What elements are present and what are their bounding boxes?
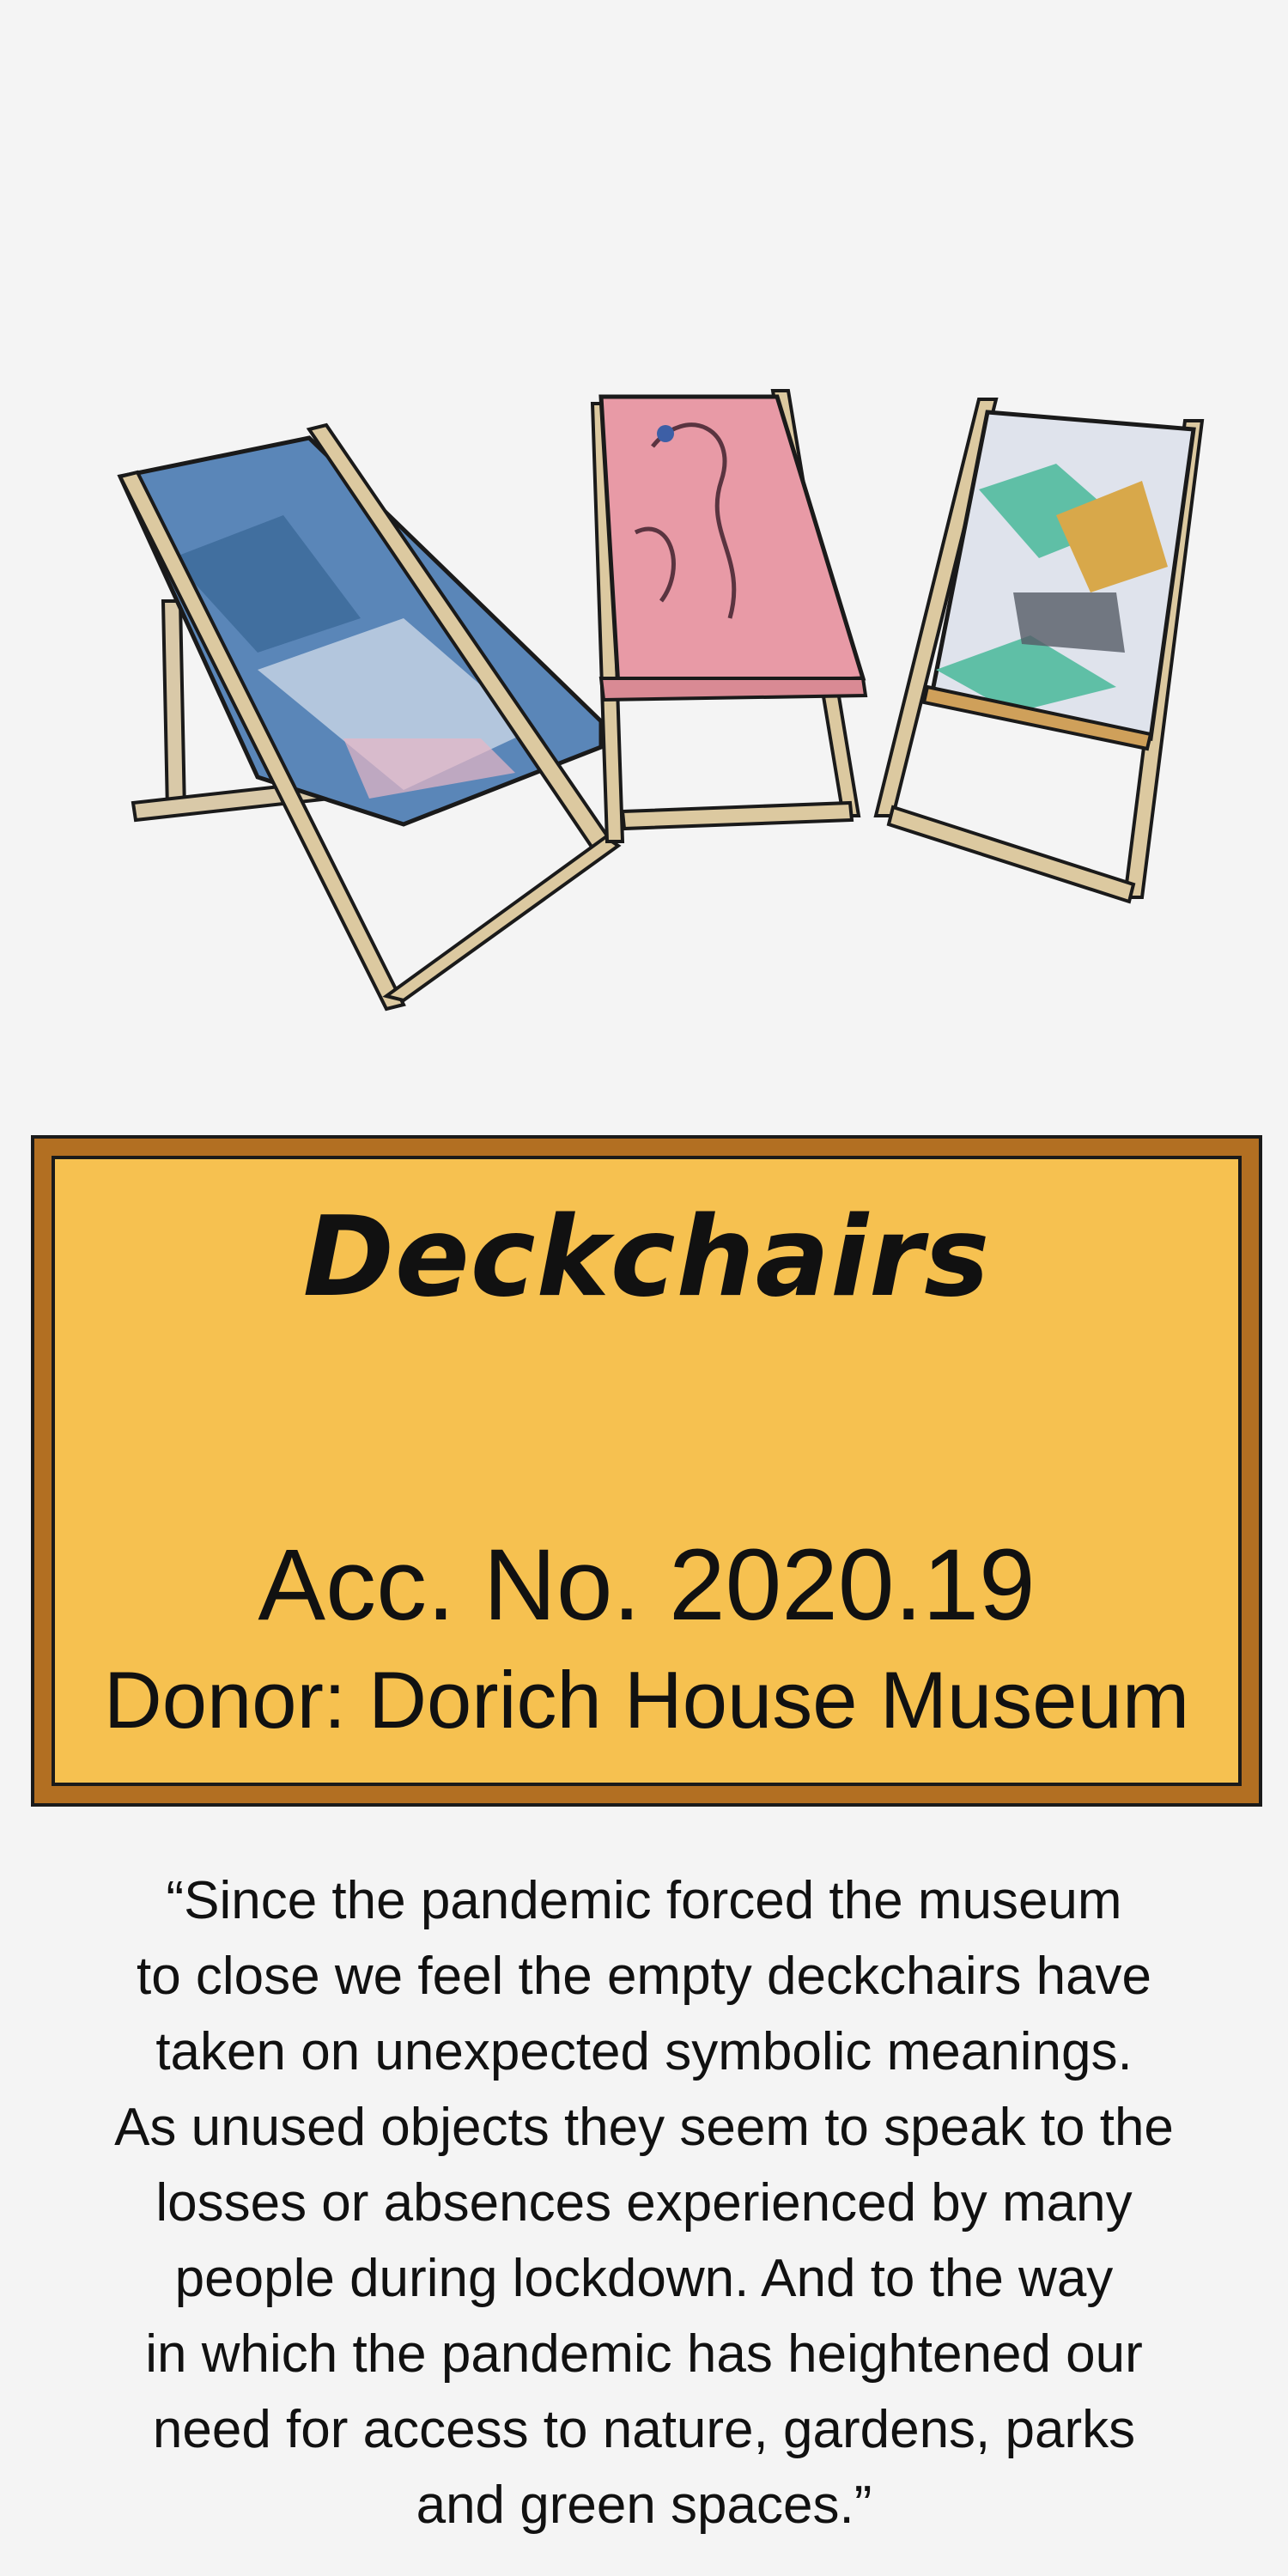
museum-label-page: Deckchairs Acc. No. 2020.19 Donor: Doric… xyxy=(0,0,1288,2576)
museum-label-panel: Deckchairs Acc. No. 2020.19 Donor: Doric… xyxy=(52,1156,1242,1786)
quote-line: losses or absences experienced by many xyxy=(155,2173,1133,2233)
teal-deckchair xyxy=(873,398,1205,904)
quote-line: and green spaces.” xyxy=(416,2476,872,2535)
quote-line: to close we feel the empty deckchairs ha… xyxy=(136,1947,1152,2006)
donor-credit: Donor: Dorich House Museum xyxy=(103,1655,1190,1745)
quote-text: “Since the pandemic forced the museum to… xyxy=(52,1863,1236,2543)
museum-label-card: Deckchairs Acc. No. 2020.19 Donor: Doric… xyxy=(31,1135,1262,1807)
object-title: Deckchairs xyxy=(302,1194,991,1321)
quote-line: need for access to nature, gardens, park… xyxy=(152,2400,1136,2459)
quote-line: in which the pandemic has heightened our xyxy=(145,2324,1143,2384)
accession-number: Acc. No. 2020.19 xyxy=(258,1528,1036,1642)
quote-line: people during lockdown. And to the way xyxy=(174,2249,1114,2308)
deckchairs-illustration xyxy=(117,389,1205,1012)
quote-line: taken on unexpected symbolic meanings. xyxy=(155,2022,1133,2081)
pink-deckchair xyxy=(590,389,868,843)
quote-line: “Since the pandemic forced the museum xyxy=(166,1871,1122,1930)
blue-deckchair xyxy=(117,422,622,1012)
quote-line: As unused objects they seem to speak to … xyxy=(114,2098,1174,2157)
